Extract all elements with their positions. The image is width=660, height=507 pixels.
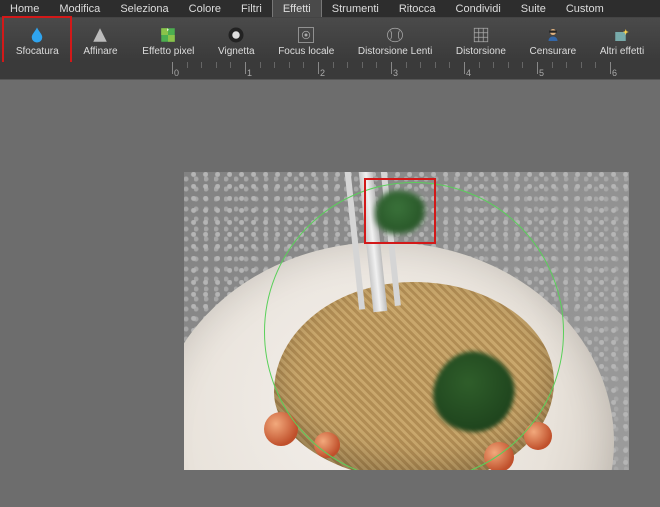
ruler-tick-minor (420, 62, 421, 80)
tool-label: Effetto pixel (142, 46, 194, 57)
ruler-tick: 4 (464, 62, 465, 80)
ruler-tick-minor (216, 62, 217, 80)
tool-censurare[interactable]: Censurare (518, 18, 588, 62)
ruler-label: 5 (539, 68, 544, 78)
focus-icon (296, 25, 316, 45)
tool-label: Affinare (83, 46, 117, 57)
sparkle-icon (612, 25, 632, 45)
menu-item-condividi[interactable]: Condividi (446, 0, 511, 17)
tool-effetto-pixel[interactable]: Effetto pixel (130, 18, 206, 62)
editing-image[interactable] (184, 172, 629, 470)
tool-focus-locale[interactable]: Focus locale (266, 18, 346, 62)
ruler-tick-minor (201, 62, 202, 80)
tool-label: Sfocatura (16, 46, 59, 57)
horizontal-ruler: 0 1 2 3 4 5 6 (0, 62, 660, 80)
tool-affinare[interactable]: Affinare (70, 18, 130, 62)
ruler-label: 3 (393, 68, 398, 78)
ruler-tick-minor (274, 62, 275, 80)
highlight-box (364, 178, 436, 244)
ruler-tick-minor (508, 62, 509, 80)
ruler-tick-minor (581, 62, 582, 80)
ruler-tick-minor (406, 62, 407, 80)
lens-icon (385, 25, 405, 45)
ruler-tick-minor (187, 62, 188, 80)
ruler-tick-minor (435, 62, 436, 80)
ruler-tick-minor (333, 62, 334, 80)
ruler-tick-minor (303, 62, 304, 80)
ruler-tick: 3 (391, 62, 392, 80)
ruler-tick-minor (376, 62, 377, 80)
pixel-icon (158, 25, 178, 45)
tool-label: Focus locale (278, 46, 334, 57)
tool-label: Censurare (530, 46, 577, 57)
ruler-tick-minor (552, 62, 553, 80)
ruler-tick: 1 (245, 62, 246, 80)
ruler-label: 4 (466, 68, 471, 78)
ruler-tick-minor (260, 62, 261, 80)
triangle-icon (90, 25, 110, 45)
ruler-tick-minor (230, 62, 231, 80)
grid-icon (471, 25, 491, 45)
menu-item-custom[interactable]: Custom (556, 0, 614, 17)
menu-item-home[interactable]: Home (0, 0, 49, 17)
menu-item-strumenti[interactable]: Strumenti (322, 0, 389, 17)
ruler-tick-minor (479, 62, 480, 80)
ruler-tick-minor (522, 62, 523, 80)
ruler-tick-minor (566, 62, 567, 80)
menu-item-ritocca[interactable]: Ritocca (389, 0, 446, 17)
tool-sfocatura[interactable]: Sfocatura (4, 18, 70, 62)
ruler-tick: 5 (537, 62, 538, 80)
tool-label: Distorsione Lenti (358, 46, 432, 57)
ruler-label: 1 (247, 68, 252, 78)
ruler-tick-minor (449, 62, 450, 80)
tool-label: Vignetta (218, 46, 255, 57)
ruler-label: 2 (320, 68, 325, 78)
ruler-tick-minor (493, 62, 494, 80)
ruler-label: 0 (174, 68, 179, 78)
ruler-tick: 6 (610, 62, 611, 80)
ruler-label: 6 (612, 68, 617, 78)
tool-label: Altri effetti (600, 46, 644, 57)
menu-item-colore[interactable]: Colore (179, 0, 231, 17)
effects-toolbar: Sfocatura Affinare Effetto pixel Vignett… (0, 18, 660, 62)
canvas-area[interactable] (0, 80, 660, 507)
menu-bar: Home Modifica Seleziona Colore Filtri Ef… (0, 0, 660, 18)
menu-item-filtri[interactable]: Filtri (231, 0, 272, 17)
ruler-tick: 2 (318, 62, 319, 80)
ruler-tick-minor (347, 62, 348, 80)
drop-icon (27, 25, 47, 45)
menu-item-modifica[interactable]: Modifica (49, 0, 110, 17)
censor-icon (543, 25, 563, 45)
tool-distorsione-lenti[interactable]: Distorsione Lenti (346, 18, 444, 62)
tool-altri-effetti[interactable]: Altri effetti (588, 18, 656, 62)
menu-item-effetti[interactable]: Effetti (272, 0, 322, 17)
ruler-tick-minor (595, 62, 596, 80)
tool-distorsione[interactable]: Distorsione (444, 18, 518, 62)
tool-label: Distorsione (456, 46, 506, 57)
ruler-tick: 0 (172, 62, 173, 80)
vignette-icon (226, 25, 246, 45)
menu-item-suite[interactable]: Suite (511, 0, 556, 17)
tool-vignetta[interactable]: Vignetta (206, 18, 266, 62)
menu-item-seleziona[interactable]: Seleziona (110, 0, 178, 17)
ruler-tick-minor (289, 62, 290, 80)
ruler-tick-minor (362, 62, 363, 80)
